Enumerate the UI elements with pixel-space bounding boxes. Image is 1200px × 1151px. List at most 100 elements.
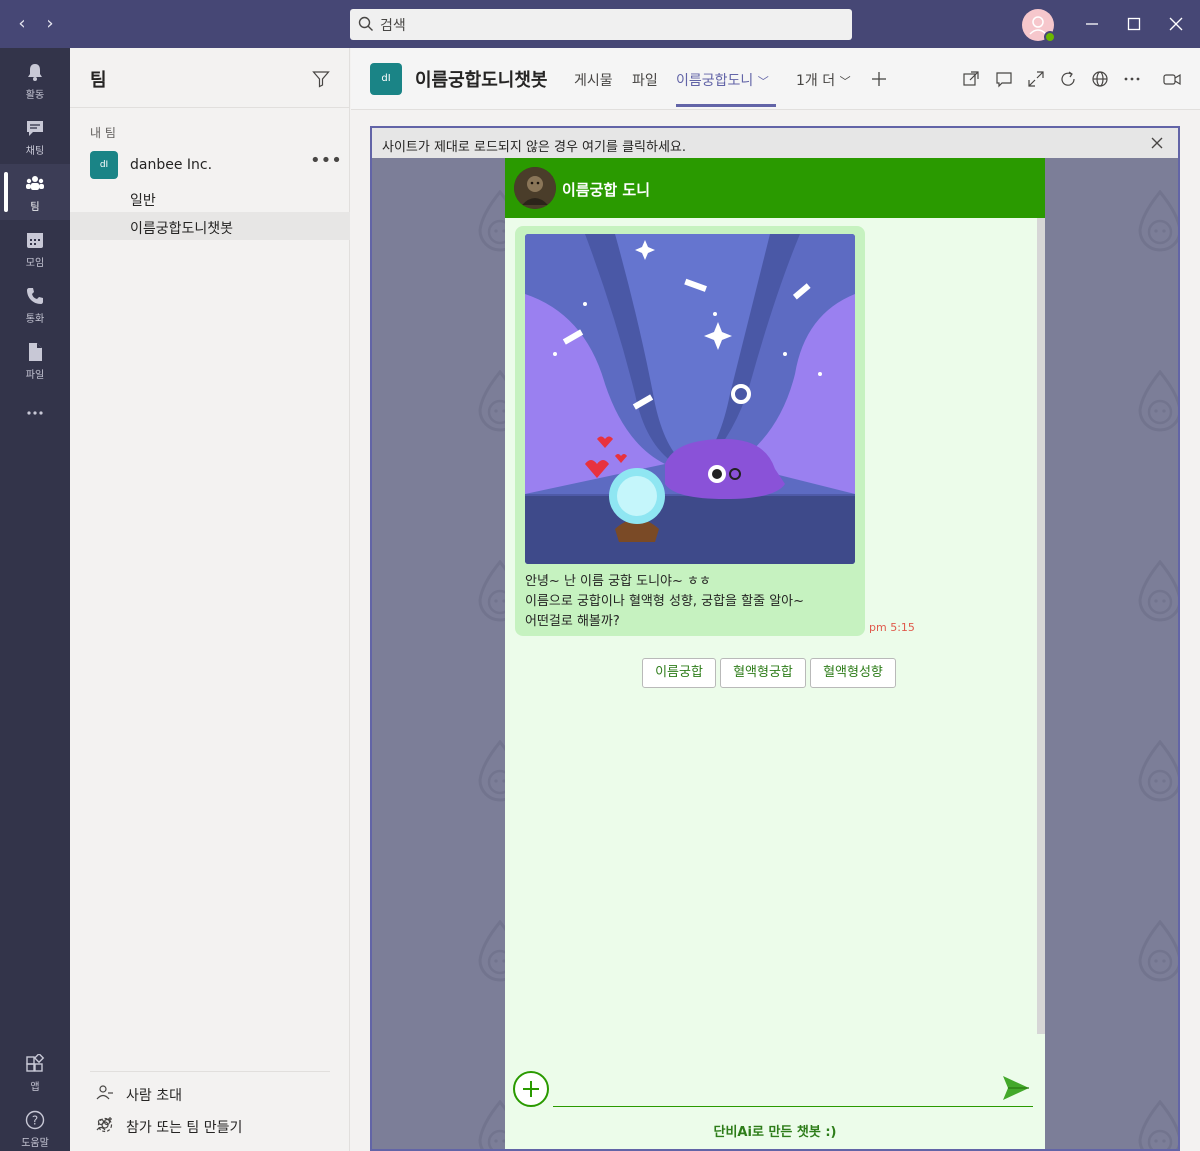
powered-by-credit: 단비Ai로 만든 챗봇 :) [505,1121,1045,1140]
phone-icon [27,288,43,304]
rail-item-files[interactable]: 파일 [0,332,70,388]
message-text-line: 안녕~ 난 이름 궁합 도니야~ ㅎㅎ [525,574,711,589]
file-icon [29,343,42,361]
search-placeholder: 검색 [380,18,406,34]
expand-icon[interactable] [1027,70,1045,88]
background-droplet-icon [1132,368,1178,438]
panel-header: 팀 [70,48,350,108]
team-avatar: dI [90,151,118,179]
background-droplet-icon [1132,188,1178,258]
input-underline [553,1106,1033,1107]
tab-posts[interactable]: 게시물 [574,70,613,90]
quick-reply-blood-trait[interactable]: 혈액형성향 [810,658,896,688]
close-icon[interactable] [1150,136,1164,150]
background-droplet-icon [1132,1098,1178,1149]
team-danbee[interactable]: dI danbee Inc. ••• [70,149,350,181]
rail-label: 모임 [25,258,45,269]
user-avatar[interactable] [1022,9,1056,43]
rail-more-apps[interactable] [0,388,70,444]
quick-reply-blood-match[interactable]: 혈액형궁합 [720,658,806,688]
quick-reply-name-match[interactable]: 이름궁합 [642,658,716,688]
rail-item-apps[interactable]: 앱 [0,1044,70,1100]
chevron-down-icon: ﹀ [839,75,851,88]
svg-text:?: ? [32,1114,38,1128]
rail-item-calls[interactable]: 통화 [0,276,70,332]
tab-more-label: 1개 더 [796,73,836,89]
rail-item-chat[interactable]: 채팅 [0,108,70,164]
active-tab-indicator [676,104,776,107]
chevron-down-icon: ﹀ [757,75,769,88]
channel-header: dI 이름궁합도니챗봇 게시물 파일 이름궁합도니 ﹀ 1개 더 ﹀ [351,48,1200,110]
message-text-line: 이름으로 궁합이나 혈액형 성향, 궁합을 할줄 알아~ [525,594,805,609]
minimize-icon[interactable] [1080,12,1104,36]
rail-label: 활동 [25,90,45,101]
background-droplet-icon [1132,738,1178,808]
rail-label: 통화 [25,314,45,325]
close-window-icon[interactable] [1164,12,1188,36]
tab-files[interactable]: 파일 [632,70,658,90]
panel-title: 팀 [90,70,107,91]
rail-item-teams[interactable]: 팀 [0,164,70,220]
channel-general[interactable]: 일반 [70,184,350,212]
load-notice-bar[interactable]: 사이트가 제대로 로드되지 않은 경우 여기를 클릭하세요. [372,128,1178,158]
bot-message-bubble: 안녕~ 난 이름 궁합 도니야~ ㅎㅎ 이름으로 궁합이나 혈액형 성향, 궁합… [515,226,865,636]
bot-avatar [514,167,556,209]
channel-chatbot[interactable]: 이름궁합도니챗봇 [70,212,350,240]
filter-icon[interactable] [312,70,330,88]
invite-people-button[interactable]: 사람 초대 [70,1079,350,1107]
reload-icon[interactable] [1059,70,1077,88]
title-bar: ‹ › 검색 [0,0,1200,48]
rail-item-activity[interactable]: 활동 [0,52,70,108]
tab-bot-label: 이름궁합도니 [676,73,754,89]
meet-now-icon[interactable] [1163,70,1181,88]
conversation-icon[interactable] [995,70,1013,88]
gear-icon[interactable] [96,1116,114,1134]
more-options-icon[interactable] [1123,70,1141,88]
send-icon[interactable] [1001,1074,1031,1102]
invite-label: 사람 초대 [126,1088,182,1104]
background-droplet-icon [1132,558,1178,628]
add-tab-icon[interactable] [870,70,888,88]
team-name: danbee Inc. [130,157,213,173]
divider [90,1071,330,1072]
tab-bot[interactable]: 이름궁합도니 ﹀ [676,70,769,90]
message-input[interactable] [555,1076,985,1104]
pop-out-icon[interactable] [962,70,980,88]
rail-label: 채팅 [25,146,45,157]
back-icon[interactable]: ‹ [10,12,34,36]
add-person-icon [96,1085,113,1100]
rail-label: 파일 [25,370,45,381]
bot-name: 이름궁합 도니 [562,181,651,199]
attach-button[interactable] [513,1071,549,1107]
join-create-team-button[interactable]: 참가 또는 팀 만들기 [70,1111,350,1139]
channel-avatar: dI [370,63,402,95]
fortune-illustration [525,234,855,564]
search-box[interactable]: 검색 [350,9,852,40]
tab-content-frame: 사이트가 제대로 로드되지 않은 경우 여기를 클릭하세요. 이름궁합 도니 안… [370,126,1180,1151]
app-rail: 활동 채팅 팀 모임 통화 파일 앱 ? 도움말 [0,48,70,1151]
maximize-icon[interactable] [1122,12,1146,36]
bell-icon [28,64,42,81]
rail-label: 팀 [30,202,40,213]
rail-label: 앱 [30,1082,40,1093]
channel-title: 이름궁합도니챗봇 [415,70,548,91]
tab-more[interactable]: 1개 더 ﹀ [796,70,851,90]
forward-icon[interactable]: › [38,12,62,36]
teams-panel: 팀 내 팀 dI danbee Inc. ••• 일반 이름궁합도니챗봇 사람 … [70,48,350,1151]
more-icon [27,411,43,415]
message-text-line: 어떤걸로 해볼까? [525,614,620,629]
chat-icon [27,121,43,136]
credit-text: 로 만든 챗봇 :) [751,1125,837,1140]
join-label: 참가 또는 팀 만들기 [126,1120,243,1136]
chat-scrollbar[interactable] [1037,218,1045,1034]
rail-label: 도움말 [21,1138,49,1149]
section-label-my-teams: 내 팀 [90,126,116,140]
apps-icon [26,1054,45,1072]
credit-brand: 단비Ai [713,1125,752,1140]
rail-item-meetings[interactable]: 모임 [0,220,70,276]
globe-icon[interactable] [1091,70,1109,88]
load-notice-text[interactable]: 사이트가 제대로 로드되지 않은 경우 여기를 클릭하세요. [382,136,686,155]
rail-item-help[interactable]: ? 도움말 [0,1100,70,1151]
more-options-icon[interactable]: ••• [310,151,342,175]
message-timestamp: pm 5:15 [869,621,915,634]
